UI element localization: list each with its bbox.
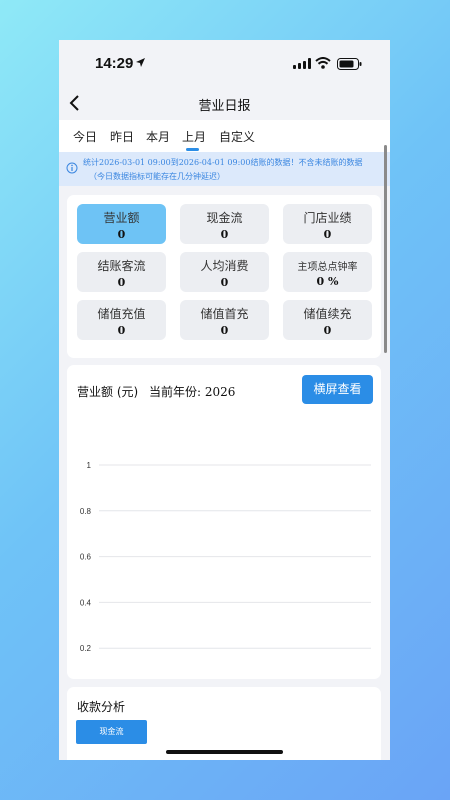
home-indicator[interactable]: [166, 750, 283, 754]
y-tick-label: 0.2: [80, 644, 92, 653]
metric-stored-value-recharge[interactable]: 储值充值 0: [77, 300, 166, 340]
navigation-bar: 营业日报: [59, 86, 390, 120]
metric-main-item-clock-rate[interactable]: 主项总点钟率 0 %: [283, 252, 372, 292]
metric-value: 0: [220, 228, 229, 241]
metric-label: 主项总点钟率: [297, 262, 358, 273]
payment-tab-cash-flow[interactable]: 现金流: [76, 720, 147, 744]
metric-label: 人均消费: [200, 259, 249, 273]
revenue-line-chart: 00.20.40.60.8103-0103-0503-0903-1303-170…: [80, 461, 371, 653]
metric-value: 0: [323, 324, 332, 337]
metric-label: 门店业绩: [303, 211, 352, 225]
metric-value: 0: [117, 324, 126, 337]
metric-value: 0: [117, 228, 126, 241]
metric-store-performance[interactable]: 门店业绩 0: [283, 204, 372, 244]
y-tick-label: 0.8: [80, 507, 92, 516]
payment-analysis-title: 收款分析: [77, 700, 126, 714]
y-tick-label: 0.6: [80, 553, 92, 562]
metric-value: 0: [117, 276, 126, 289]
metric-checkout-traffic[interactable]: 结账客流 0: [77, 252, 166, 292]
metric-stored-value-first-recharge[interactable]: 储值首充 0: [180, 300, 269, 340]
active-tab-indicator: [186, 148, 199, 151]
metric-revenue[interactable]: 营业额 0: [77, 204, 166, 244]
battery-icon: [337, 58, 362, 70]
notice-delay-text: （今日数据指标可能存在几分钟延迟）: [89, 172, 225, 181]
metric-value: 0 %: [316, 275, 339, 288]
metric-stored-value-renewal[interactable]: 储值续充 0: [283, 300, 372, 340]
statistics-notice: 统计2026-03-01 09:00到2026-04-01 09:00结账的数据…: [59, 152, 390, 186]
metric-label: 储值首充: [200, 307, 249, 321]
notice-range-text: 统计2026-03-01 09:00到2026-04-01 09:00结账的数据…: [83, 158, 363, 167]
metric-value: 0: [323, 228, 332, 241]
y-tick-label: 1: [87, 461, 92, 470]
metric-label: 储值充值: [97, 307, 146, 321]
status-time: 14:29: [95, 55, 134, 72]
metric-label: 储值续充: [303, 307, 352, 321]
metric-per-capita-spend[interactable]: 人均消费 0: [180, 252, 269, 292]
metric-value: 0: [220, 276, 229, 289]
page-title: 营业日报: [198, 99, 251, 114]
revenue-chart-card: 营业额 (元) 当前年份: 2026 横屏查看 00.20.40.60.8103…: [67, 365, 381, 679]
metric-label: 现金流: [206, 211, 243, 225]
phone-screen: 14:29 营业日报 今日 昨日 本月 上月 自定义 统计2026-03-01 …: [59, 40, 390, 760]
cellular-signal-icon: [293, 58, 311, 69]
info-icon: [66, 162, 78, 174]
tab-last-month[interactable]: 上月: [182, 128, 206, 145]
metric-value: 0: [220, 324, 229, 337]
scrollbar[interactable]: [384, 145, 387, 353]
tab-custom[interactable]: 自定义: [219, 128, 255, 145]
wifi-icon: [315, 57, 331, 69]
location-arrow-icon: [136, 58, 145, 67]
metrics-card: 营业额 0 现金流 0 门店业绩 0 结账客流 0 人均消费 0 主项总点钟率 …: [67, 195, 381, 358]
metric-label: 营业额: [103, 211, 140, 225]
tab-today[interactable]: 今日: [73, 128, 97, 145]
tab-this-month[interactable]: 本月: [146, 128, 170, 145]
y-tick-label: 0.4: [80, 598, 92, 607]
tab-yesterday[interactable]: 昨日: [110, 128, 134, 145]
metric-label: 结账客流: [97, 259, 146, 273]
status-bar: 14:29: [59, 40, 390, 86]
metric-cash-flow[interactable]: 现金流 0: [180, 204, 269, 244]
date-range-tabs: 今日 昨日 本月 上月 自定义: [59, 120, 390, 152]
